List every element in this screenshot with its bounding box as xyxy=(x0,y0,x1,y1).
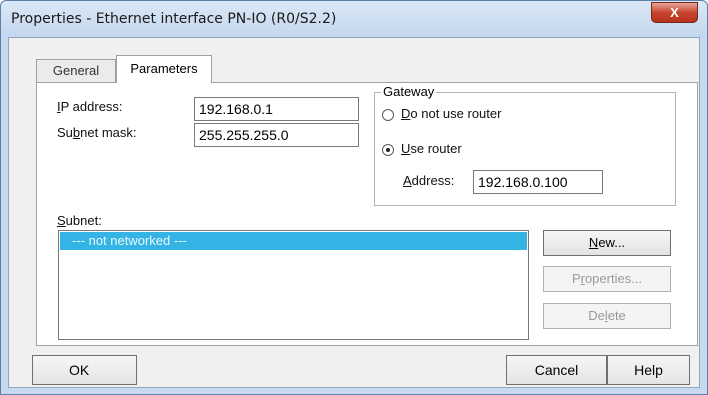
ip-address-input[interactable]: 192.168.0.1 xyxy=(194,97,359,121)
delete-subnet-button[interactable]: Delete xyxy=(543,303,671,329)
tab-general[interactable]: General xyxy=(36,59,116,83)
help-button[interactable]: Help xyxy=(607,355,690,385)
new-subnet-button[interactable]: New... xyxy=(543,230,671,256)
subnet-label: Subnet: xyxy=(57,213,102,228)
title-bar[interactable]: Properties - Ethernet interface PN-IO (R… xyxy=(1,1,707,37)
subnet-properties-button[interactable]: Properties... xyxy=(543,266,671,292)
use-router-radio[interactable] xyxy=(382,144,394,156)
radio-selected-dot xyxy=(386,148,390,152)
subnet-mask-input[interactable]: 255.255.255.0 xyxy=(194,123,359,147)
list-item[interactable]: --- not networked --- xyxy=(60,232,527,250)
do-not-use-router-label[interactable]: Do not use router xyxy=(401,106,501,121)
gateway-address-label: Address: xyxy=(403,173,455,188)
close-icon: X xyxy=(670,5,679,20)
cancel-button[interactable]: Cancel xyxy=(506,355,607,385)
window-title: Properties - Ethernet interface PN-IO (R… xyxy=(11,11,337,27)
do-not-use-router-radio[interactable] xyxy=(382,109,394,121)
gateway-address-input[interactable]: 192.168.0.100 xyxy=(473,170,603,194)
dialog-client-area: General Parameters IP address: 192.168.0… xyxy=(8,37,700,388)
gateway-group-title: Gateway xyxy=(381,84,437,99)
close-button[interactable]: X xyxy=(651,2,698,23)
parameters-panel: IP address: 192.168.0.1 Subnet mask: 255… xyxy=(36,82,698,346)
subnet-listbox[interactable]: --- not networked --- xyxy=(58,230,529,340)
ip-address-label: IP address: xyxy=(57,99,123,114)
subnet-mask-label: Subnet mask: xyxy=(57,125,137,140)
use-router-label[interactable]: Use router xyxy=(401,141,462,156)
tab-parameters[interactable]: Parameters xyxy=(116,55,212,83)
properties-dialog: Properties - Ethernet interface PN-IO (R… xyxy=(0,0,708,395)
ok-button[interactable]: OK xyxy=(32,355,137,385)
gateway-group: Gateway Do not use router Use router Add… xyxy=(374,84,676,206)
